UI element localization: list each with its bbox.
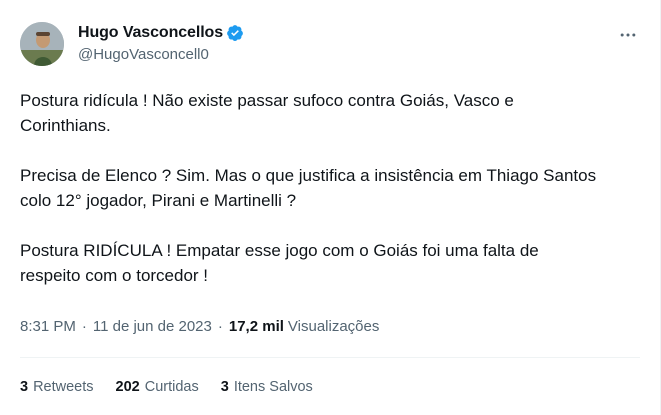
tweet-date[interactable]: 11 de jun de 2023 xyxy=(93,318,212,335)
avatar[interactable] xyxy=(20,22,64,66)
retweets-label: Retweets xyxy=(33,379,94,395)
meta-separator-2: · xyxy=(217,318,223,335)
tweet-meta: 8:31 PM · 11 de jun de 2023 · 17,2 mil V… xyxy=(20,318,379,335)
tweet-paragraph-1: Postura ridícula ! Não existe passar suf… xyxy=(20,91,514,135)
author-name[interactable]: Hugo Vasconcellos xyxy=(78,24,223,42)
views-label: Visualizações xyxy=(287,318,380,335)
meta-separator: · xyxy=(81,318,87,335)
likes-label: Curtidas xyxy=(144,379,199,395)
likes-stat[interactable]: 202 Curtidas xyxy=(116,379,199,395)
likes-count: 202 xyxy=(115,379,140,395)
views-count: 17,2 mil xyxy=(228,318,284,335)
tweet-paragraph-3: Postura RIDÍCULA ! Empatar esse jogo com… xyxy=(20,241,539,285)
divider xyxy=(20,357,640,358)
more-horizontal-icon xyxy=(620,33,636,37)
retweets-stat[interactable]: 3 Retweets xyxy=(20,379,94,395)
tweet-text: Postura ridícula ! Não existe passar suf… xyxy=(20,88,630,313)
author-handle[interactable]: @HugoVasconcell0 xyxy=(78,46,209,63)
tweet-time[interactable]: 8:31 PM xyxy=(20,318,76,335)
more-options-button[interactable] xyxy=(614,24,642,46)
verified-badge-icon xyxy=(226,24,244,42)
tweet-card: Hugo Vasconcellos @HugoVasconcell0 Postu… xyxy=(0,0,661,415)
saves-label: Itens Salvos xyxy=(233,379,313,395)
author-name-row: Hugo Vasconcellos xyxy=(78,24,244,42)
avatar-photo xyxy=(20,22,64,66)
saves-stat[interactable]: 3 Itens Salvos xyxy=(221,379,313,395)
saves-count: 3 xyxy=(220,379,229,395)
tweet-stats: 3 Retweets 202 Curtidas 3 Itens Salvos xyxy=(20,379,335,395)
retweets-count: 3 xyxy=(20,379,29,395)
tweet-paragraph-2: Precisa de Elenco ? Sim. Mas o que justi… xyxy=(20,166,597,210)
